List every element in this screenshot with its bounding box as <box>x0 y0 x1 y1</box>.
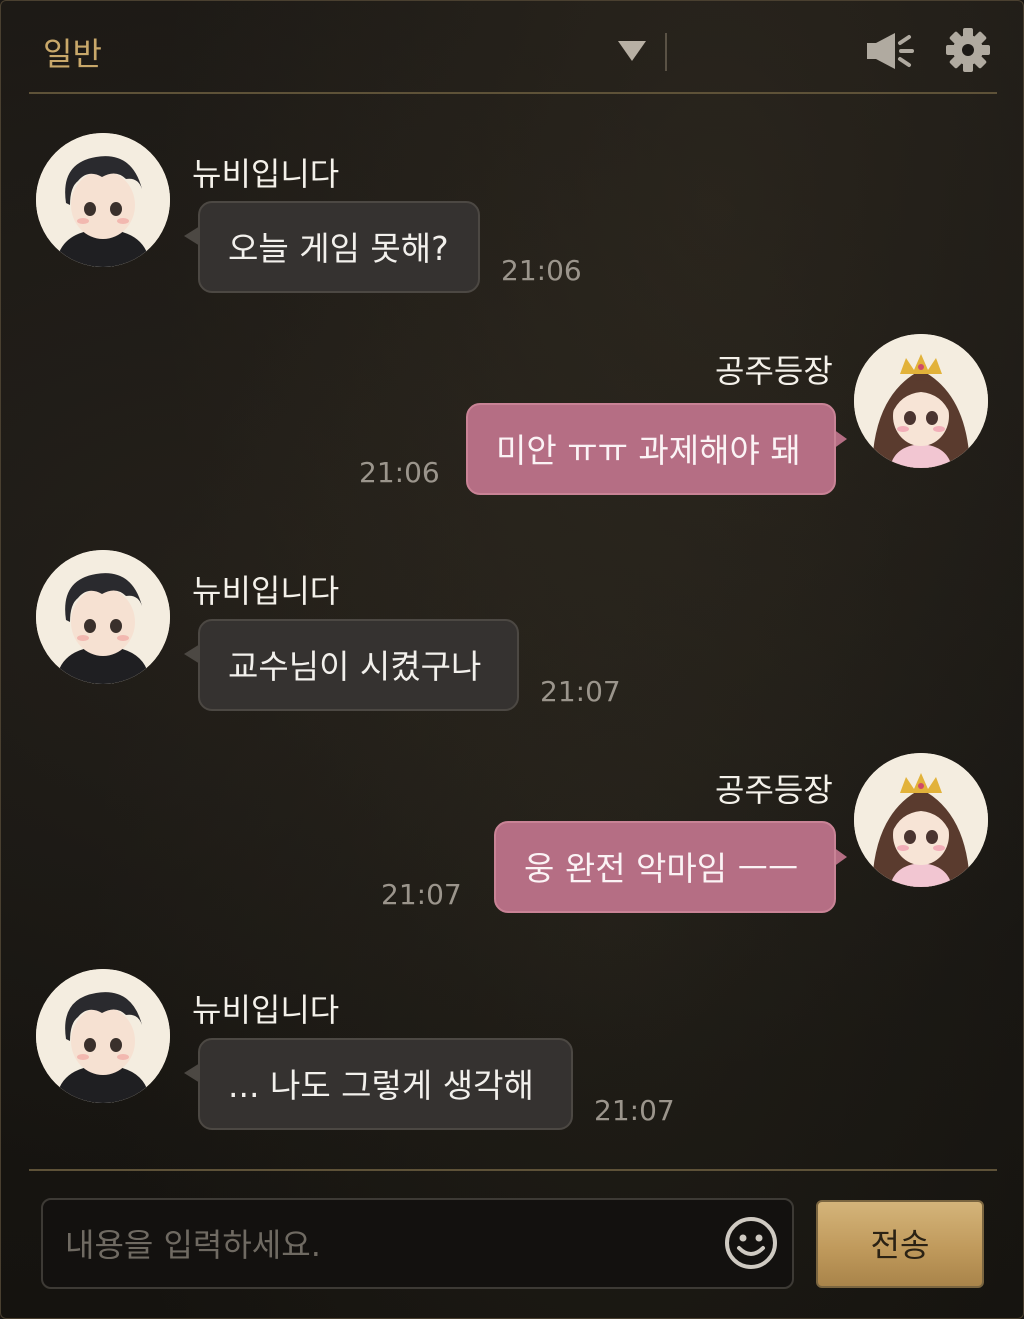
boy-avatar[interactable] <box>36 550 170 684</box>
message-bubble[interactable]: 웅 완전 악마임 ㅡㅡ <box>494 821 836 913</box>
message-time: 21:07 <box>381 878 462 911</box>
sender-name: 공주등장 <box>715 352 833 390</box>
message-bubble[interactable]: 미안 ㅠㅠ 과제해야 돼 <box>466 403 836 495</box>
boy-avatar[interactable] <box>36 133 170 267</box>
header-divider <box>665 33 667 71</box>
message-bubble[interactable]: 오늘 게임 못해? <box>198 201 480 293</box>
chat-header: 일반 <box>1 1 1023 94</box>
send-button[interactable]: 전송 <box>816 1200 984 1288</box>
sender-name: 뉴비입니다 <box>192 991 340 1029</box>
sender-name: 뉴비입니다 <box>192 572 340 610</box>
message-time: 21:06 <box>501 254 582 287</box>
header-divider-line <box>29 92 997 94</box>
smiley-icon[interactable] <box>723 1215 779 1271</box>
channel-label[interactable]: 일반 <box>43 29 102 75</box>
footer-divider-line <box>29 1169 997 1171</box>
message-time: 21:07 <box>540 675 621 708</box>
message-time: 21:07 <box>594 1094 675 1127</box>
gear-icon[interactable] <box>945 27 991 73</box>
message-time: 21:06 <box>359 456 440 489</box>
triangle-down-icon[interactable] <box>618 41 646 61</box>
sender-name: 뉴비입니다 <box>192 155 340 193</box>
message-bubble[interactable]: 교수님이 시켰구나 <box>198 619 519 711</box>
speaker-icon[interactable] <box>865 29 915 73</box>
message-composer <box>41 1198 794 1289</box>
princess-avatar[interactable] <box>854 334 988 468</box>
sender-name: 공주등장 <box>715 771 833 809</box>
chat-window: 일반 뉴비입니다 오늘 게임 못해? 21:06 공주등장 미안 ㅠㅠ 과제해야… <box>0 0 1024 1319</box>
message-bubble[interactable]: ... 나도 그렇게 생각해 <box>198 1038 573 1130</box>
princess-avatar[interactable] <box>854 753 988 887</box>
boy-avatar[interactable] <box>36 969 170 1103</box>
message-input[interactable] <box>63 1200 707 1289</box>
